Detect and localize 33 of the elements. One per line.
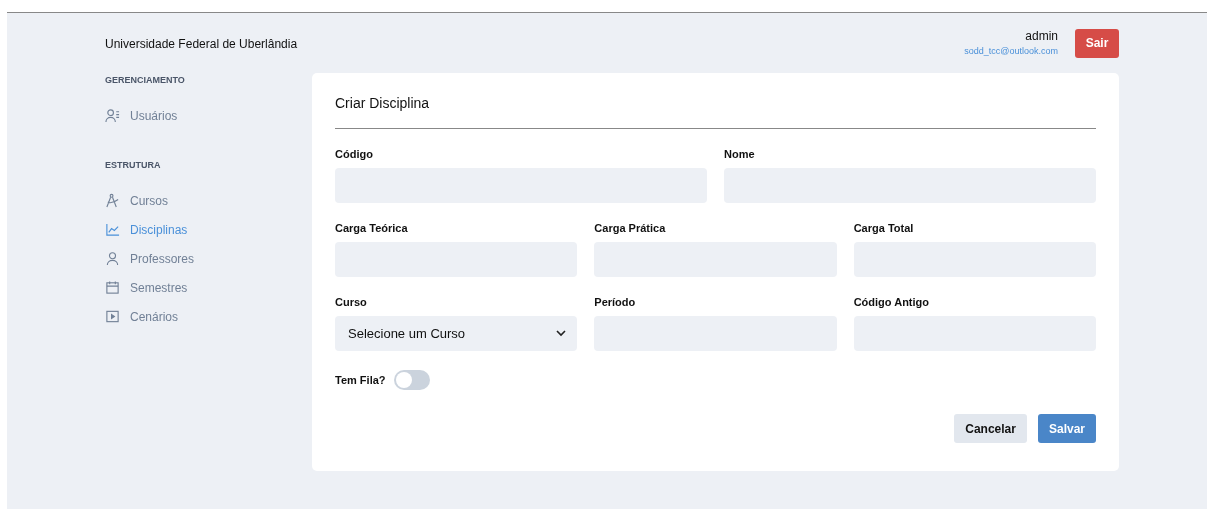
select-field[interactable]: Selecione um Curso	[335, 316, 578, 351]
toggle-label: Tem Fila?	[335, 374, 386, 386]
field-label: Código	[335, 148, 374, 160]
chevron-icon	[556, 330, 567, 337]
sidebar-item[interactable]: Disciplinas	[105, 221, 312, 238]
sidebar-item[interactable]: Semestres	[105, 279, 312, 296]
field-label: Carga Teórica	[335, 222, 409, 234]
sidebar-item[interactable]: Usuários	[105, 107, 312, 124]
form-title: Criar Disciplina	[335, 95, 431, 113]
field-label: Carga Prática	[594, 222, 667, 234]
sidebar-item[interactable]: Cenários	[105, 308, 312, 325]
user-email: sodd_tcc@outlook.com	[964, 45, 1058, 56]
section-heading: ESTRUTURA	[105, 160, 162, 170]
chart-icon	[105, 222, 120, 237]
field-label: Nome	[724, 148, 756, 160]
logout-button[interactable]: Sair	[1075, 28, 1119, 58]
cancel-button[interactable]: Cancelar	[954, 414, 1027, 443]
field-label: Curso	[335, 296, 368, 308]
field-label: Período	[594, 296, 637, 308]
user-name: admin	[1025, 28, 1058, 43]
sidebar-item[interactable]: Professores	[105, 250, 312, 267]
sidebar-item[interactable]: Cursos	[105, 192, 312, 209]
university-name: Universidade Federal de Uberlândia	[105, 37, 299, 51]
field-label: Carga Total	[853, 222, 915, 234]
save-button[interactable]: Salvar	[1037, 414, 1096, 443]
play-icon	[105, 309, 120, 324]
compass-icon	[105, 193, 120, 208]
field-label: Código Antigo	[853, 296, 930, 308]
person-icon	[105, 251, 120, 266]
calendar-icon	[105, 280, 120, 295]
toggle-switch[interactable]	[393, 370, 430, 390]
users-icon	[105, 108, 120, 123]
section-heading: GERENCIAMENTO	[105, 75, 186, 85]
